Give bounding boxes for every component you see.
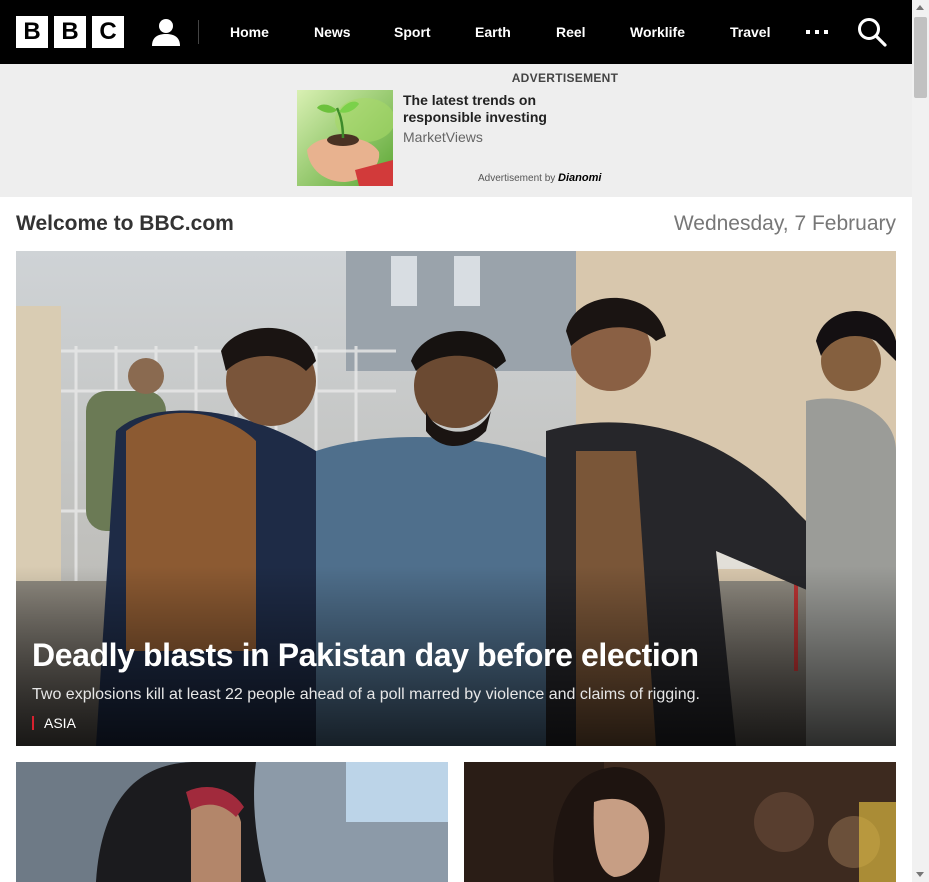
welcome-heading: Welcome to BBC.com [16, 212, 234, 235]
ad-by-text: Advertisement by [478, 173, 556, 184]
hero-section-tag[interactable]: ASIA [32, 716, 76, 730]
nav-item-home[interactable]: Home [230, 0, 269, 64]
scroll-down-arrow-icon[interactable] [916, 872, 924, 877]
hero-summary: Two explosions kill at least 22 people a… [32, 686, 700, 703]
hero-story[interactable]: Deadly blasts in Pakistan day before ele… [16, 251, 896, 746]
logo-letter: B [16, 16, 48, 48]
search-icon[interactable] [856, 16, 888, 48]
nav-item-reel[interactable]: Reel [556, 0, 586, 64]
top-navigation-bar: B B C Home News Sport Earth Reel Worklif… [0, 0, 912, 64]
more-icon[interactable] [805, 29, 829, 35]
logo-letter: C [92, 16, 124, 48]
logo-letter: B [54, 16, 86, 48]
nav-item-travel[interactable]: Travel [730, 0, 770, 64]
bbc-logo[interactable]: B B C [16, 16, 124, 48]
ad-headline[interactable]: The latest trends on responsible investi… [403, 92, 593, 126]
nav-divider [198, 20, 199, 44]
scroll-up-arrow-icon[interactable] [916, 5, 924, 10]
ad-card[interactable]: The latest trends on responsible investi… [297, 90, 615, 187]
nav-item-news[interactable]: News [314, 0, 351, 64]
dianomi-logo[interactable]: Dianomi [558, 172, 601, 184]
story-card[interactable] [16, 762, 448, 882]
nav-item-worklife[interactable]: Worklife [630, 0, 685, 64]
scroll-thumb[interactable] [914, 17, 927, 98]
page-scrollbar[interactable] [912, 0, 929, 882]
current-date: Wednesday, 7 February [673, 212, 896, 235]
ad-attribution: Advertisement by Dianomi [478, 172, 601, 184]
hero-headline[interactable]: Deadly blasts in Pakistan day before ele… [32, 637, 699, 674]
ad-image[interactable] [297, 90, 393, 186]
story-card-image [464, 762, 896, 882]
story-card-image [16, 762, 448, 882]
advertisement-label: ADVERTISEMENT [511, 71, 619, 85]
user-icon[interactable] [150, 16, 182, 48]
nav-item-sport[interactable]: Sport [394, 0, 431, 64]
nav-item-earth[interactable]: Earth [475, 0, 511, 64]
ad-source: MarketViews [403, 129, 483, 145]
advertisement-strip: ADVERTISEMENT The latest trends on respo… [0, 64, 912, 197]
story-card[interactable] [464, 762, 896, 882]
